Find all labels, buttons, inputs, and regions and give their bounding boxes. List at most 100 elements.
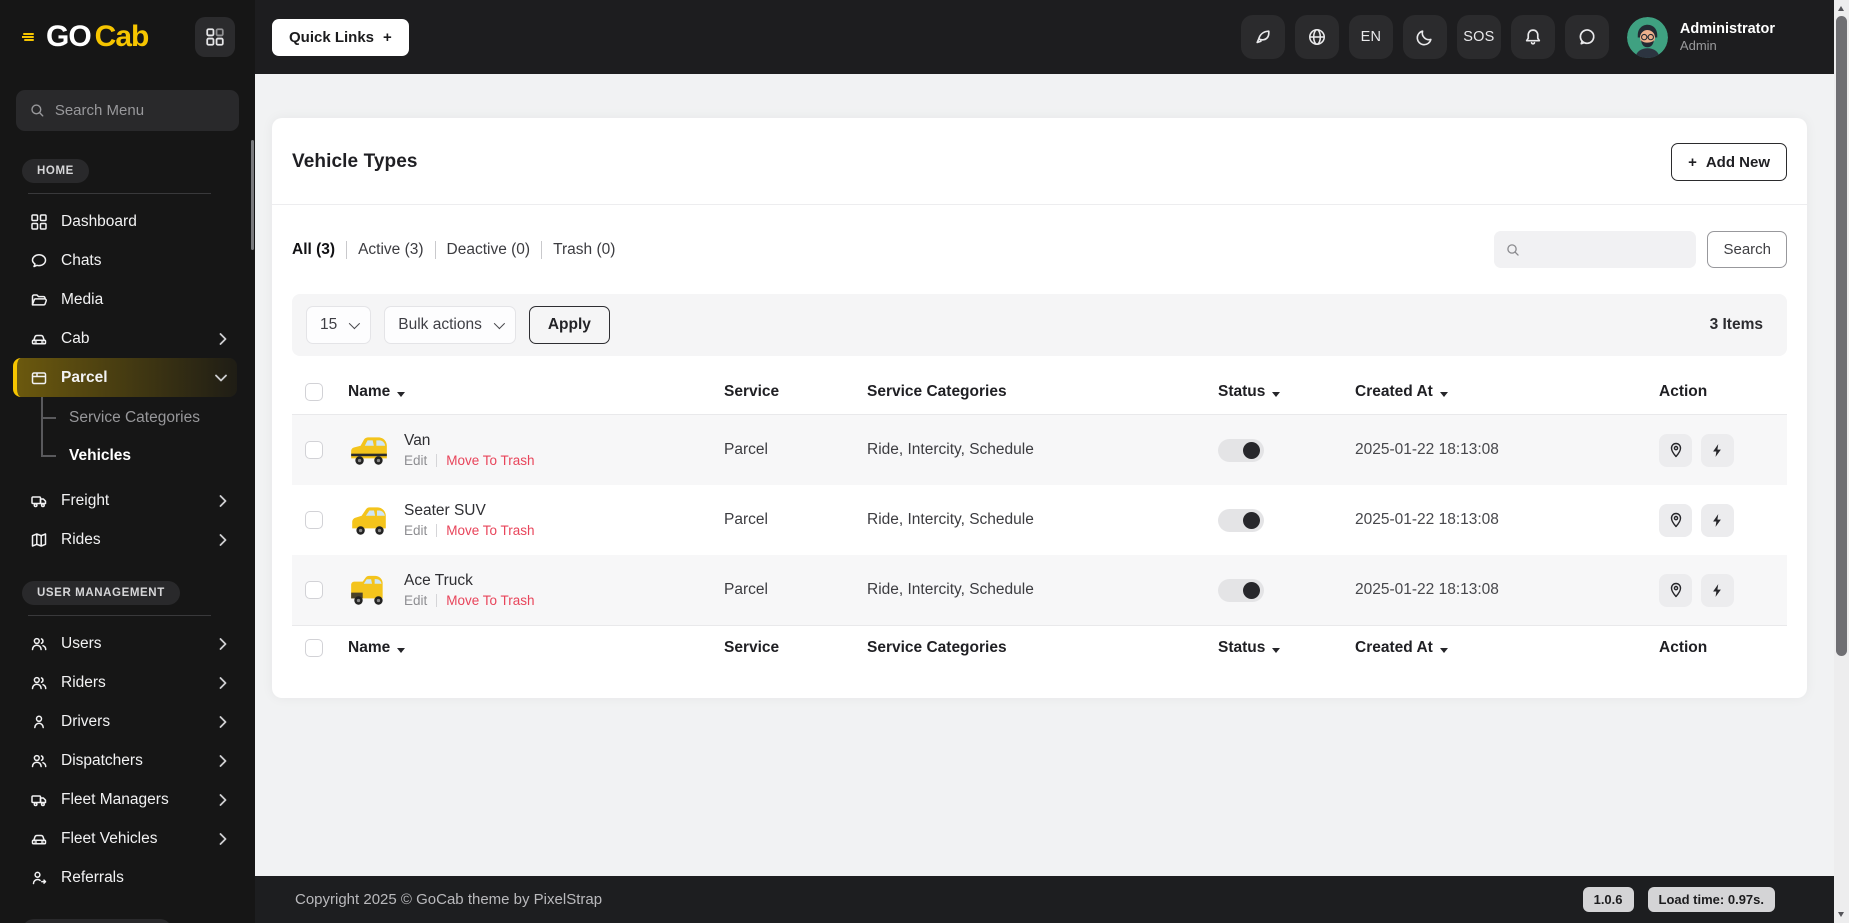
sidebar-item-parcel[interactable]: Parcel [13,358,237,397]
filter-active[interactable]: Active (3) [346,240,434,259]
dark-mode-button[interactable] [1402,15,1447,59]
column-status[interactable]: Status [1218,383,1355,401]
sos-button[interactable]: SOS [1456,15,1501,59]
row-links: Edit Move To Trash [404,523,535,538]
column-status[interactable]: Status [1218,639,1355,657]
user-name: Administrator [1679,20,1775,37]
bulk-actions-select[interactable]: Bulk actions [384,306,516,344]
sort-caret-icon [1439,648,1448,653]
add-new-button[interactable]: + Add New [1671,143,1787,181]
sidebar-item-rides[interactable]: Rides [13,520,237,559]
filter-deactive[interactable]: Deactive (0) [434,240,542,259]
sidebar-item-fleet-managers[interactable]: Fleet Managers [13,780,237,819]
logo-row: GO Cab [0,0,255,74]
vehicle-image [351,575,383,605]
sidebar-item-riders[interactable]: Riders [13,663,237,702]
sidebar-item-users[interactable]: Users [13,624,237,663]
avatar[interactable] [1626,16,1668,58]
customizer-button[interactable] [1240,15,1285,59]
edit-link[interactable]: Edit [404,523,427,538]
sidebar-item-media[interactable]: Media [13,280,237,319]
table-search-input[interactable] [1528,241,1685,258]
per-page-select[interactable]: 15 [306,306,372,344]
filter-all[interactable]: All (3) [292,241,346,259]
move-to-trash-link[interactable]: Move To Trash [446,523,534,538]
column-name[interactable]: Name [348,383,724,401]
sidebar-item-dispatchers[interactable]: Dispatchers [13,741,237,780]
page-title: Vehicle Types [292,151,418,172]
track-location-button[interactable] [1659,503,1692,537]
vehicle-name: Van [404,432,431,449]
track-location-button[interactable] [1659,573,1692,607]
status-toggle[interactable] [1218,438,1264,462]
row-checkbox[interactable] [305,511,323,529]
boost-button[interactable] [1701,503,1734,537]
link-divider [436,454,438,467]
search-button[interactable]: Search [1707,231,1787,268]
sidebar-item-chats[interactable]: Chats [13,241,237,280]
filter-trash[interactable]: Trash (0) [541,240,626,259]
brand-cab: Cab [94,20,150,53]
move-to-trash-link[interactable]: Move To Trash [446,593,534,608]
boost-button[interactable] [1701,433,1734,467]
boost-button[interactable] [1701,573,1734,607]
freight-truck-icon [31,495,47,507]
topbar: Quick Links + EN SOS Administrator Admin [255,0,1849,74]
search-icon [1507,243,1520,256]
sidebar-item-referrals[interactable]: Referrals [13,858,237,897]
messages-button[interactable] [1564,15,1609,59]
sidebar-subitem-service-categories[interactable]: Service Categories [13,399,237,437]
sidebar-nav: HOME Dashboard Chats Media Cab Parcel Se… [0,131,255,923]
sidebar-item-drivers[interactable]: Drivers [13,702,237,741]
status-toggle[interactable] [1218,578,1264,602]
select-all-checkbox[interactable] [305,639,323,657]
sidebar-subitem-vehicles[interactable]: Vehicles [13,437,237,475]
user-block[interactable]: Administrator Admin [1680,20,1775,54]
add-new-label: Add New [1705,153,1770,171]
sidebar-item-freight[interactable]: Freight [13,481,237,520]
apply-button[interactable]: Apply [528,306,610,344]
row-checkbox[interactable] [305,441,323,459]
column-created-at[interactable]: Created At [1355,383,1659,401]
quick-links-button[interactable]: Quick Links + [272,18,409,56]
sidebar-item-label: Dispatchers [61,751,143,769]
sidebar-scrollbar-thumb[interactable] [251,140,254,250]
sidebar-item-label: Rides [61,530,101,548]
section-home: HOME [22,159,89,183]
column-label: Service Categories [867,639,1007,656]
sidebar-item-cab[interactable]: Cab [13,319,237,358]
chevron-right-icon [219,754,227,767]
page-scrollbar[interactable] [1834,0,1849,923]
language-globe-button[interactable] [1294,15,1339,59]
sidebar-search[interactable] [16,90,239,131]
sidebar-item-dashboard[interactable]: Dashboard [13,202,237,241]
language-button[interactable]: EN [1348,15,1393,59]
sidebar-toggle-button[interactable] [195,17,235,57]
chats-icon [31,253,47,267]
sidebar-item-label: Referrals [61,868,124,886]
select-all-checkbox[interactable] [305,383,323,401]
sidebar-item-label: Parcel [61,368,108,386]
content-area: Vehicle Types + Add New All (3) Active (… [255,74,1849,876]
link-divider [436,524,438,537]
edit-link[interactable]: Edit [404,453,427,468]
column-created-at[interactable]: Created At [1355,639,1659,657]
parcel-submenu: Service Categories Vehicles [13,397,237,481]
page-scrollbar-thumb[interactable] [1836,16,1847,656]
sidebar-search-input[interactable] [54,102,225,119]
column-name[interactable]: Name [348,639,724,657]
dashboard-icon [31,213,47,230]
sidebar-item-fleet-vehicles[interactable]: Fleet Vehicles [13,819,237,858]
notifications-button[interactable] [1510,15,1555,59]
brand-logo[interactable]: GO Cab [22,20,150,54]
chevron-right-icon [219,332,227,345]
track-location-button[interactable] [1659,433,1692,467]
load-time-badge: Load time: 0.97s. [1647,887,1775,912]
move-to-trash-link[interactable]: Move To Trash [446,453,534,468]
section-user-management: USER MANAGEMENT [22,581,180,605]
table-search[interactable] [1494,231,1697,268]
status-toggle[interactable] [1218,508,1264,532]
row-checkbox[interactable] [305,581,323,599]
sidebar-item-label: Fleet Vehicles [61,829,158,847]
edit-link[interactable]: Edit [404,593,427,608]
